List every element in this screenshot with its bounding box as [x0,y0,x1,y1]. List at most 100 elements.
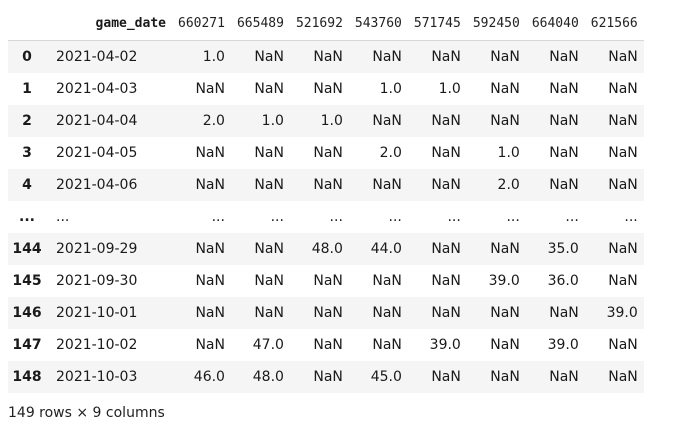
cell-value: NaN [431,177,461,193]
cell-value: NaN [254,145,284,161]
cell-value: 48.0 [311,241,343,257]
cell-value: NaN [313,305,343,321]
column-header: 660271 [172,6,231,41]
row-index: 3 [22,145,32,161]
cell-value: NaN [608,145,638,161]
cell-value: ... [388,209,402,225]
cell-game-date: 2021-04-05 [56,145,138,161]
cell-value: NaN [549,369,579,385]
cell-value: NaN [549,177,579,193]
cell-value: NaN [313,49,343,65]
cell-value: 39.0 [488,273,520,289]
cell-value: 1.0 [497,145,520,161]
cell-value: 47.0 [252,337,284,353]
cell-value: NaN [431,49,461,65]
cell-value: NaN [490,49,520,65]
cell-value: NaN [195,145,225,161]
cell-value: NaN [608,177,638,193]
cell-value: NaN [608,81,638,97]
dataframe-table: game_date 660271 665489 521692 543760 571745 5… [8,6,644,393]
cell-value: NaN [254,273,284,289]
cell-value: ... [624,209,638,225]
row-index: 4 [22,177,32,193]
table-row: 0 2021-04-02 1.0 NaN NaN NaN NaN NaN NaN NaN [8,40,644,73]
table-header: game_date 660271 665489 521692 543760 571745 5… [8,6,644,41]
cell-value: NaN [372,273,402,289]
cell-game-date: 2021-04-06 [56,177,138,193]
cell-value: 46.0 [193,369,225,385]
cell-game-date: 2021-04-02 [56,49,138,65]
cell-value: 39.0 [606,305,638,321]
cell-value: NaN [549,113,579,129]
row-index: ... [19,209,35,225]
cell-value: NaN [490,113,520,129]
cell-value: NaN [608,241,638,257]
table-row: .............................. [8,201,644,233]
cell-value: NaN [313,177,343,193]
table-row: 147 2021-10-02 NaN 47.0 NaN NaN 39.0 NaN 39.0 NaN [8,329,644,361]
row-index: 147 [12,337,42,353]
header-row: game_date 660271 665489 521692 543760 571745 5… [8,6,644,41]
column-header: 621566 [584,6,644,41]
cell-value: 1.0 [202,49,225,65]
cell-value: NaN [431,273,461,289]
cell-value: 2.0 [202,113,225,129]
cell-value: NaN [431,305,461,321]
cell-game-date: 2021-09-30 [56,273,138,289]
column-header: 571745 [407,6,467,41]
table-row: 144 2021-09-29 NaN NaN 48.0 44.0 NaN NaN 35.0 NaN [8,233,644,265]
cell-value: NaN [608,337,638,353]
cell-value: 39.0 [547,337,579,353]
index-header [8,6,46,41]
row-index: 146 [12,305,42,321]
cell-value: NaN [608,49,638,65]
cell-value: NaN [549,305,579,321]
cell-value: NaN [313,337,343,353]
cell-value: 39.0 [429,337,461,353]
cell-value: ... [329,209,343,225]
cell-value: 2.0 [379,145,402,161]
table-row: 1 2021-04-03 NaN NaN NaN 1.0 1.0 NaN NaN NaN [8,73,644,105]
shape-summary: 149 rows × 9 columns [8,405,165,421]
cell-value: NaN [195,241,225,257]
cell-value: ... [447,209,461,225]
cell-value: NaN [195,273,225,289]
row-index: 2 [22,113,32,129]
column-header: 665489 [230,6,290,41]
cell-value: NaN [431,145,461,161]
cell-value: NaN [549,49,579,65]
cell-value: 35.0 [547,241,579,257]
row-index: 144 [12,241,42,257]
cell-value: 1.0 [438,81,461,97]
row-index: 145 [12,273,42,289]
row-index: 148 [12,369,42,385]
cell-value: NaN [195,305,225,321]
table-row: 145 2021-09-30 NaN NaN NaN NaN NaN 39.0 36.0 NaN [8,265,644,297]
cell-value: NaN [608,113,638,129]
row-index: 1 [22,81,32,97]
cell-value: ... [211,209,225,225]
column-header: 521692 [289,6,349,41]
cell-value: NaN [490,337,520,353]
table-row: 146 2021-10-01 NaN NaN NaN NaN NaN NaN NaN 39.0 [8,297,644,329]
cell-value: ... [506,209,520,225]
cell-value: NaN [254,177,284,193]
cell-value: NaN [372,305,402,321]
cell-game-date: 2021-10-01 [56,305,138,321]
cell-game-date: 2021-04-04 [56,113,138,129]
cell-value: NaN [490,369,520,385]
table-row: 148 2021-10-03 46.0 48.0 NaN 45.0 NaN NaN NaN NaN [8,361,644,393]
cell-value: NaN [254,241,284,257]
row-index: 0 [22,49,32,65]
cell-value: NaN [490,305,520,321]
cell-value: NaN [490,81,520,97]
table-row: 2 2021-04-04 2.0 1.0 1.0 NaN NaN NaN NaN NaN [8,105,644,137]
cell-value: NaN [372,337,402,353]
cell-game-date: 2021-09-29 [56,241,138,257]
cell-value: 1.0 [379,81,402,97]
cell-value: 2.0 [497,177,520,193]
cell-value: NaN [431,369,461,385]
column-header: 664040 [525,6,585,41]
cell-value: NaN [313,81,343,97]
column-header-game-date: game_date [46,6,172,41]
